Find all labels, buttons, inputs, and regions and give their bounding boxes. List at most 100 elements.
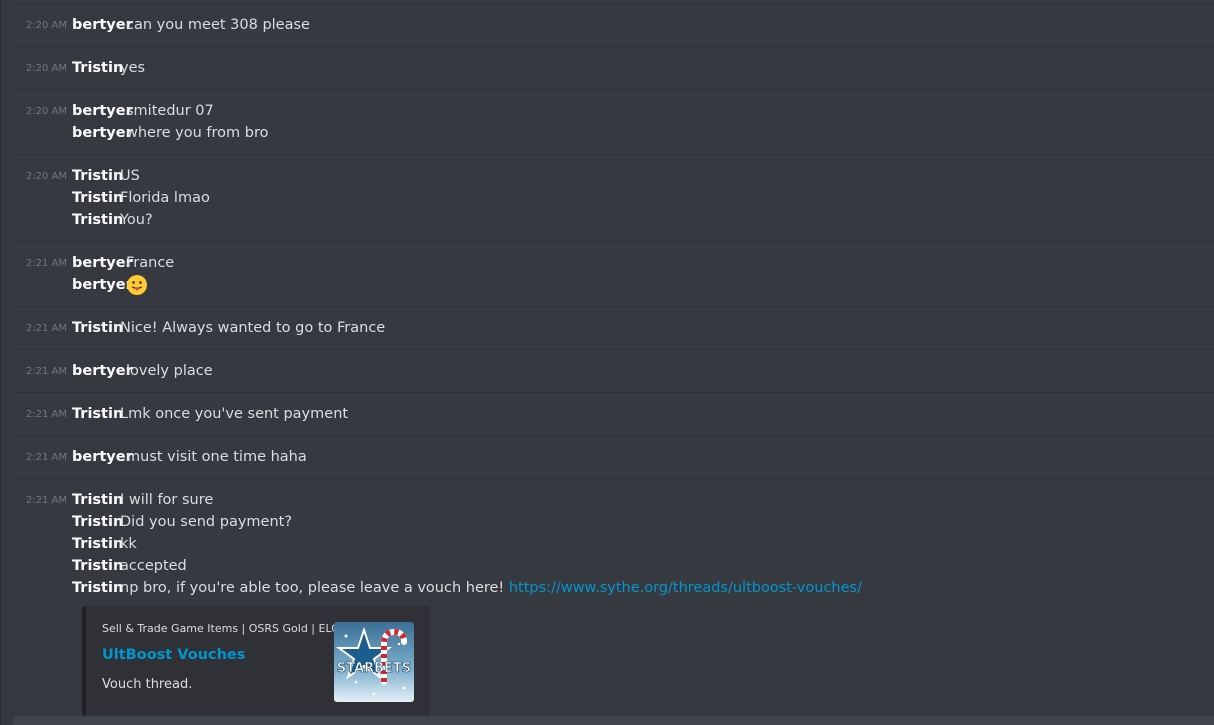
message-group: 2:20 AM bertyer can you meet 308 please bbox=[13, 4, 1214, 47]
message-text: smitedur 07 bbox=[126, 100, 214, 122]
author-name-tristin[interactable]: Tristin bbox=[72, 511, 123, 533]
author-name-bertyer[interactable]: bertyer bbox=[72, 446, 133, 468]
author-name-tristin[interactable]: Tristin bbox=[72, 577, 123, 599]
message-text: must visit one time haha bbox=[126, 446, 307, 468]
message-text: Nice! Always wanted to go to France bbox=[120, 317, 385, 339]
message-text: lovely place bbox=[126, 360, 213, 382]
message-line: Tristin np bro, if you're able too, pleas… bbox=[13, 577, 1203, 599]
message-text: Lmk once you've sent payment bbox=[120, 403, 348, 425]
message-group: 2:20 AM Tristin yes bbox=[13, 47, 1214, 90]
message-body: np bro, if you're able too, please leave… bbox=[120, 580, 505, 596]
embed-thumbnail[interactable]: STARBETS bbox=[334, 622, 414, 702]
message-body: accepted bbox=[120, 558, 187, 574]
author-name-tristin[interactable]: Tristin bbox=[72, 187, 123, 209]
message-body: Lmk once you've sent payment bbox=[120, 406, 349, 422]
message-line: 2:21 AM bertyer France bbox=[13, 252, 1203, 274]
message-body: You? bbox=[120, 212, 153, 228]
chat-messages: 2:20 AM bertyer can you meet 308 please 2:2… bbox=[0, 0, 1214, 725]
message-text: kk bbox=[120, 533, 137, 555]
message-text: yes bbox=[120, 57, 145, 79]
timestamp: 2:21 AM bbox=[25, 495, 67, 506]
embed-title-link[interactable]: UltBoost Vouches bbox=[102, 647, 245, 663]
message-body: can you meet 308 please bbox=[126, 17, 310, 33]
message-line: bertyer where you from bro bbox=[13, 122, 1203, 144]
author-name-bertyer[interactable]: bertyer bbox=[72, 360, 133, 382]
author-name-bertyer[interactable]: bertyer bbox=[72, 14, 133, 36]
message-line: Tristin Did you send payment? bbox=[13, 511, 1203, 533]
message-body: France bbox=[126, 255, 175, 271]
author-name-bertyer[interactable]: bertyer bbox=[72, 252, 133, 274]
message-line: 2:21 AM Tristin Nice! Always wanted to go … bbox=[13, 317, 1203, 339]
message-text: You? bbox=[120, 209, 153, 231]
message-line: 2:20 AM Tristin US bbox=[13, 165, 1203, 187]
timestamp: 2:21 AM bbox=[25, 409, 67, 420]
starbets-logo-icon: STARBETS bbox=[334, 622, 414, 702]
message-text: US bbox=[120, 165, 140, 187]
message-group: 2:20 AM Tristin US Tristin Florida lmao Trist… bbox=[13, 155, 1214, 242]
message-body: US bbox=[120, 168, 140, 184]
message-text: France bbox=[126, 252, 174, 274]
message-line: 2:21 AM Tristin Lmk once you've sent payme… bbox=[13, 403, 1203, 425]
message-body: Did you send payment? bbox=[120, 514, 293, 530]
message-line: 2:20 AM Tristin yes bbox=[13, 57, 1203, 79]
embed-provider: Sell & Trade Game Items | OSRS Gold | EL… bbox=[102, 622, 340, 635]
message-line: 2:20 AM bertyer smitedur 07 bbox=[13, 100, 1203, 122]
message-text: Did you send payment? bbox=[120, 511, 292, 533]
message-text: Florida lmao bbox=[120, 187, 210, 209]
message-text bbox=[126, 274, 148, 296]
message-group: 2:20 AM bertyer smitedur 07 bertyer where yo… bbox=[13, 90, 1214, 155]
message-text: I will for sure bbox=[120, 489, 213, 511]
message-group: 2:21 AM Tristin Nice! Always wanted to go … bbox=[13, 307, 1214, 350]
timestamp: 2:20 AM bbox=[25, 106, 67, 117]
author-name-tristin[interactable]: Tristin bbox=[72, 403, 123, 425]
message-group: 2:21 AM bertyer lovely place bbox=[13, 350, 1214, 393]
message-body: lovely place bbox=[126, 363, 213, 379]
message-body: where you from bro bbox=[126, 125, 269, 141]
message-group: 2:21 AM Tristin Lmk once you've sent payme… bbox=[13, 393, 1214, 436]
author-name-tristin[interactable]: Tristin bbox=[72, 57, 123, 79]
timestamp: 2:20 AM bbox=[25, 171, 67, 182]
author-name-tristin[interactable]: Tristin bbox=[72, 489, 123, 511]
message-text: np bro, if you're able too, please leave… bbox=[120, 577, 862, 599]
message-body: must visit one time haha bbox=[126, 449, 307, 465]
message-line: Tristin You? bbox=[13, 209, 1203, 231]
timestamp: 2:20 AM bbox=[25, 20, 67, 31]
timestamp: 2:20 AM bbox=[25, 63, 67, 74]
message-text: accepted bbox=[120, 555, 187, 577]
author-name-tristin[interactable]: Tristin bbox=[72, 317, 123, 339]
author-name-bertyer[interactable]: bertyer bbox=[72, 122, 133, 144]
author-name-tristin[interactable]: Tristin bbox=[72, 555, 123, 577]
message-line: bertyer bbox=[13, 274, 1203, 296]
link-embed: Sell & Trade Game Items | OSRS Gold | EL… bbox=[82, 606, 430, 716]
message-line: 2:21 AM bertyer must visit one time haha bbox=[13, 446, 1203, 468]
message-body: Florida lmao bbox=[120, 190, 210, 206]
message-line: Tristin Florida lmao bbox=[13, 187, 1203, 209]
timestamp: 2:21 AM bbox=[25, 323, 67, 334]
message-body: kk bbox=[120, 536, 137, 552]
message-body: yes bbox=[120, 60, 146, 76]
message-body: I will for sure bbox=[120, 492, 214, 508]
message-line: Tristin kk bbox=[13, 533, 1203, 555]
embed-description: Vouch thread. bbox=[102, 677, 193, 692]
author-name-tristin[interactable]: Tristin bbox=[72, 533, 123, 555]
author-name-tristin[interactable]: Tristin bbox=[72, 165, 123, 187]
author-name-bertyer[interactable]: bertyer bbox=[72, 100, 133, 122]
message-line: 2:21 AM Tristin I will for sure bbox=[13, 489, 1203, 511]
message-text: where you from bro bbox=[126, 122, 268, 144]
timestamp: 2:21 AM bbox=[25, 258, 67, 269]
stuck-out-tongue-emoji bbox=[126, 274, 148, 296]
message-line: 2:21 AM bertyer lovely place bbox=[13, 360, 1203, 382]
author-name-bertyer[interactable]: bertyer bbox=[72, 274, 133, 296]
message-line: 2:20 AM bertyer can you meet 308 please bbox=[13, 14, 1203, 36]
message-input-edge[interactable] bbox=[13, 716, 1214, 725]
message-text: can you meet 308 please bbox=[126, 14, 310, 36]
timestamp: 2:21 AM bbox=[25, 452, 67, 463]
author-name-tristin[interactable]: Tristin bbox=[72, 209, 123, 231]
timestamp: 2:21 AM bbox=[25, 366, 67, 377]
svg-text:STARBETS: STARBETS bbox=[337, 661, 411, 676]
message-link[interactable]: https://www.sythe.org/threads/ultboost-v… bbox=[509, 580, 862, 596]
message-group: 2:21 AM bertyer must visit one time haha bbox=[13, 436, 1214, 479]
message-body: Nice! Always wanted to go to France bbox=[120, 320, 386, 336]
message-line: Tristin accepted bbox=[13, 555, 1203, 577]
message-body: smitedur 07 bbox=[126, 103, 214, 119]
